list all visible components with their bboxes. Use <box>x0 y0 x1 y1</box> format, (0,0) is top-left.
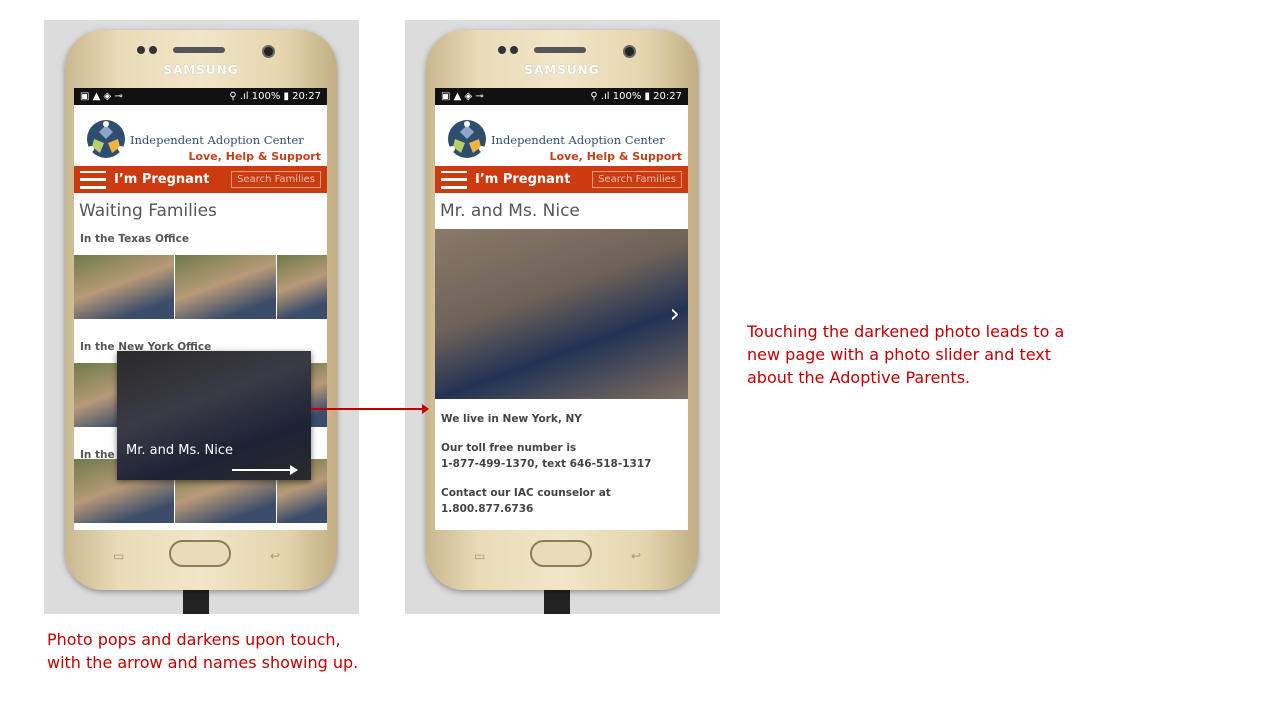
site-logo[interactable]: Independent Adoption Center Love, Help &… <box>74 105 327 166</box>
sensor <box>137 46 145 54</box>
hardware-buttons: ▭ ↩ <box>65 540 337 570</box>
status-icons: ▣ ▲ ◈ ⊸ <box>441 91 484 102</box>
family-photo[interactable] <box>74 255 175 319</box>
logo-icon <box>448 120 486 158</box>
status-right: ⚲ .ıl 100% ▮ 20:27 <box>590 91 682 102</box>
site-name: Independent Adoption Center <box>130 133 304 147</box>
left-caption: Photo pops and darkens upon touch, with t… <box>47 630 359 672</box>
nav-bar: I’m Pregnant Search Families <box>435 166 688 193</box>
nav-bar: I’m Pregnant Search Families <box>74 166 327 193</box>
photo-slider[interactable]: › <box>435 229 688 399</box>
phone-numbers[interactable]: 1-877-499-1370, text 646-518-1317 <box>441 458 651 470</box>
right-caption: Touching the darkened photo leads to a ne… <box>747 322 1065 387</box>
search-families-button[interactable]: Search Families <box>231 171 321 188</box>
camera <box>623 45 636 58</box>
recent-apps-icon[interactable]: ▭ <box>113 549 124 563</box>
camera <box>262 45 275 58</box>
phone: SAMSUNG ▣ ▲ ◈ ⊸ ⚲ .ıl 100% ▮ 20:27 Indepe… <box>426 30 698 590</box>
site-tagline: Love, Help & Support <box>188 150 321 163</box>
status-bar: ▣ ▲ ◈ ⊸ ⚲ .ıl 100% ▮ 20:27 <box>74 88 327 105</box>
site-tagline: Love, Help & Support <box>549 150 682 163</box>
page-title: Mr. and Ms. Nice <box>440 201 580 221</box>
family-photo[interactable] <box>276 255 327 319</box>
right-phone-panel: SAMSUNG ▣ ▲ ◈ ⊸ ⚲ .ıl 100% ▮ 20:27 Indepe… <box>405 20 720 614</box>
phone-brand: SAMSUNG <box>524 63 600 77</box>
recent-apps-icon[interactable]: ▭ <box>474 549 485 563</box>
home-button[interactable] <box>169 540 231 567</box>
popped-family-photo[interactable]: Mr. and Ms. Nice <box>117 351 311 480</box>
photo-row <box>74 255 327 319</box>
arrow-right-icon[interactable] <box>232 465 298 475</box>
status-bar: ▣ ▲ ◈ ⊸ ⚲ .ıl 100% ▮ 20:27 <box>435 88 688 105</box>
home-button[interactable] <box>530 540 592 567</box>
section-label: In the Texas Office <box>80 233 189 245</box>
flow-arrow <box>311 404 429 414</box>
left-phone-panel: SAMSUNG ▣ ▲ ◈ ⊸ ⚲ .ıl 100% ▮ 20:27 Indepe… <box>44 20 359 614</box>
speaker <box>534 47 586 53</box>
status-icons: ▣ ▲ ◈ ⊸ <box>80 91 123 102</box>
menu-icon[interactable] <box>80 170 106 189</box>
counselor-phone[interactable]: 1.800.877.6736 <box>441 503 533 515</box>
back-icon[interactable]: ↩ <box>631 549 641 563</box>
logo-icon <box>87 120 125 158</box>
menu-icon[interactable] <box>441 170 467 189</box>
hardware-buttons: ▭ ↩ <box>426 540 698 570</box>
chevron-right-icon[interactable]: › <box>670 299 680 329</box>
site-logo[interactable]: Independent Adoption Center Love, Help &… <box>435 105 688 166</box>
phone-brand: SAMSUNG <box>163 63 239 77</box>
sensor <box>498 46 506 54</box>
sensor <box>149 46 157 54</box>
family-info: We live in New York, NY Our toll free nu… <box>435 399 688 530</box>
sensor <box>510 46 518 54</box>
counselor-label: Contact our IAC counselor at <box>441 487 611 499</box>
phone: SAMSUNG ▣ ▲ ◈ ⊸ ⚲ .ıl 100% ▮ 20:27 Indepe… <box>65 30 337 590</box>
search-families-button[interactable]: Search Families <box>592 171 682 188</box>
site-name: Independent Adoption Center <box>491 133 665 147</box>
speaker <box>173 47 225 53</box>
toll-free-label: Our toll free number is <box>441 442 577 454</box>
screen: ▣ ▲ ◈ ⊸ ⚲ .ıl 100% ▮ 20:27 Independent Ad… <box>435 88 688 530</box>
family-name: Mr. and Ms. Nice <box>126 443 233 458</box>
nav-title[interactable]: I’m Pregnant <box>114 172 231 187</box>
location-text: We live in New York, NY <box>441 413 582 425</box>
back-icon[interactable]: ↩ <box>270 549 280 563</box>
page-title: Waiting Families <box>79 201 217 221</box>
family-photo[interactable] <box>175 255 276 319</box>
status-right: ⚲ .ıl 100% ▮ 20:27 <box>229 91 321 102</box>
nav-title[interactable]: I’m Pregnant <box>475 172 592 187</box>
